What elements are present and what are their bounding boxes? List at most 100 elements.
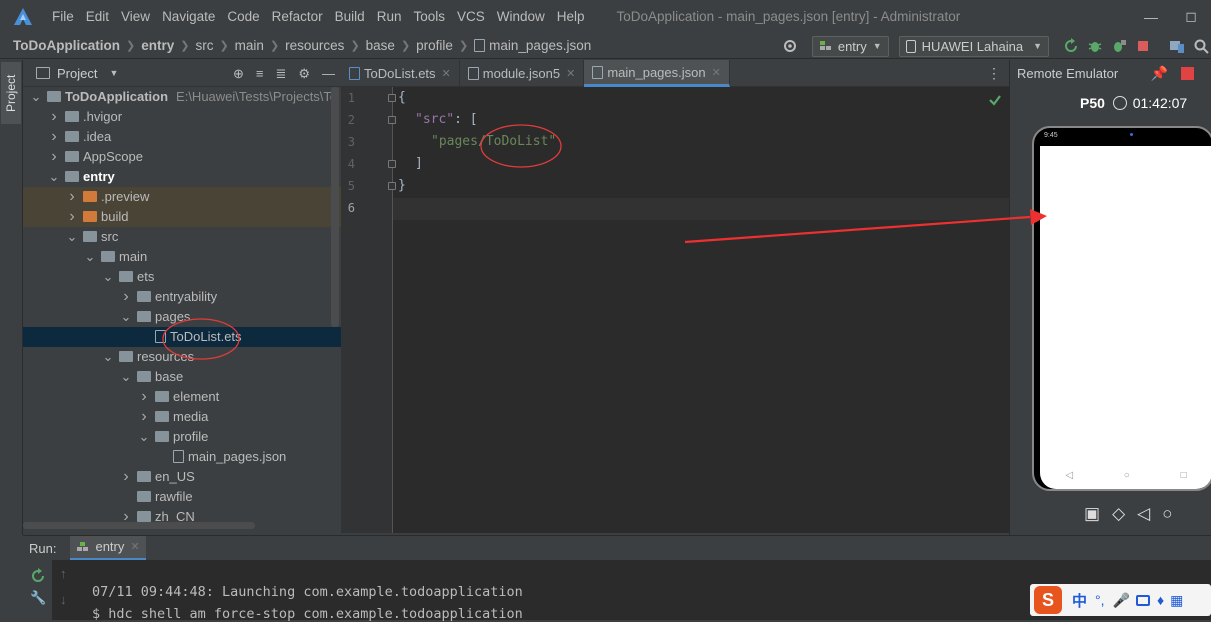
tree-horizontal-scrollbar[interactable] — [23, 522, 255, 529]
chevron-down-icon[interactable]: ⌄ — [83, 247, 97, 267]
chevron-right-icon[interactable]: › — [119, 467, 133, 487]
tree-item[interactable]: ⌄ ets — [23, 267, 341, 287]
rerun-icon[interactable] — [1063, 38, 1079, 54]
tree-item[interactable]: › media — [23, 407, 341, 427]
breadcrumb-resources[interactable]: resources — [281, 38, 348, 53]
tree-item[interactable]: › .idea — [23, 127, 341, 147]
breadcrumb-main[interactable]: main — [231, 38, 268, 53]
tree-item[interactable]: ⌄ entry — [23, 167, 341, 187]
rotate-icon[interactable]: ◇ — [1112, 504, 1125, 524]
tree-item[interactable]: rawfile — [23, 487, 341, 507]
tab-module-json5[interactable]: module.json5 ✕ — [460, 60, 585, 87]
close-icon[interactable]: ✕ — [130, 540, 139, 553]
menu-run[interactable]: Run — [371, 0, 408, 33]
maximize-icon[interactable]: ◻ — [1171, 8, 1211, 25]
run-tab-entry[interactable]: entry ✕ — [70, 535, 146, 561]
recents-square-icon[interactable]: □ — [1181, 470, 1187, 481]
tree-item[interactable]: ⌄ resources — [23, 347, 341, 367]
chevron-right-icon[interactable]: › — [47, 107, 61, 127]
phone-screen[interactable]: ◁ ○ □ — [1040, 146, 1211, 489]
menu-help[interactable]: Help — [551, 0, 591, 33]
menu-edit[interactable]: Edit — [80, 0, 115, 33]
chevron-down-icon[interactable]: ⌄ — [29, 87, 43, 107]
chevron-right-icon[interactable]: › — [65, 187, 79, 207]
search-icon[interactable] — [1193, 38, 1209, 54]
scroll-down-icon[interactable]: ↓ — [60, 592, 67, 607]
tree-item[interactable]: › .hvigor — [23, 107, 341, 127]
toolbox-icon[interactable]: ▦ — [1170, 592, 1183, 609]
menu-view[interactable]: View — [115, 0, 156, 33]
chevron-down-icon[interactable]: ⌄ — [137, 427, 151, 447]
minimize-icon[interactable]: — — [1131, 9, 1171, 25]
more-tabs-icon[interactable]: ⋮ — [987, 65, 1001, 82]
menu-refactor[interactable]: Refactor — [266, 0, 329, 33]
ime-language-toggle[interactable]: 中 — [1072, 590, 1087, 611]
chevron-down-icon[interactable]: ⌄ — [65, 227, 79, 247]
home-circle-icon[interactable]: ○ — [1124, 470, 1130, 481]
tree-item[interactable]: ⌄ pages — [23, 307, 341, 327]
chevron-down-icon[interactable]: ⌄ — [119, 307, 133, 327]
tree-item[interactable]: ToDoList.ets — [23, 327, 341, 347]
chevron-right-icon[interactable]: › — [47, 147, 61, 167]
project-panel-title[interactable]: Project — [57, 66, 97, 81]
chevron-right-icon[interactable]: › — [137, 387, 151, 407]
menu-vcs[interactable]: VCS — [451, 0, 491, 33]
inspection-ok-icon[interactable] — [988, 93, 1002, 107]
close-icon[interactable]: ✕ — [566, 67, 575, 80]
chevron-down-icon[interactable]: ⌄ — [47, 167, 61, 187]
chevron-right-icon[interactable]: › — [65, 207, 79, 227]
tree-item[interactable]: › .preview — [23, 187, 341, 207]
tree-item[interactable]: ⌄ profile — [23, 427, 341, 447]
stop-icon[interactable] — [1135, 38, 1151, 54]
screenshot-icon[interactable]: ▣ — [1084, 504, 1100, 524]
home-icon[interactable]: ○ — [1162, 504, 1172, 524]
fold-icon[interactable] — [388, 160, 396, 168]
device-manager-icon[interactable] — [1169, 38, 1185, 54]
tree-item[interactable]: ⌄ src — [23, 227, 341, 247]
breadcrumb-module[interactable]: entry — [137, 38, 178, 53]
tree-item[interactable]: ⌄ ToDoApplication E:\Huawei\Tests\Projects… — [23, 87, 341, 107]
scroll-up-icon[interactable]: ↑ — [60, 566, 67, 581]
tree-item[interactable]: main_pages.json — [23, 447, 341, 467]
tree-item[interactable]: › en_US — [23, 467, 341, 487]
chevron-right-icon[interactable]: › — [119, 287, 133, 307]
breadcrumb-profile[interactable]: profile — [412, 38, 457, 53]
chevron-right-icon[interactable]: › — [47, 127, 61, 147]
fold-icon[interactable] — [388, 94, 396, 102]
module-combo[interactable]: entry ▼ — [811, 35, 889, 57]
menu-build[interactable]: Build — [329, 0, 371, 33]
hide-panel-icon[interactable]: — — [322, 66, 335, 81]
collapse-all-icon[interactable]: ≣ — [275, 66, 286, 82]
tree-item[interactable]: › entryability — [23, 287, 341, 307]
chevron-down-icon[interactable]: ⌄ — [119, 367, 133, 387]
skin-icon[interactable]: ♦ — [1157, 592, 1164, 608]
chevron-down-icon[interactable]: ▼ — [109, 68, 118, 78]
chevron-right-icon[interactable]: › — [137, 407, 151, 427]
expand-all-icon[interactable]: ≡ — [256, 66, 264, 81]
project-side-tab[interactable]: Project — [1, 62, 21, 124]
breadcrumb-base[interactable]: base — [362, 38, 399, 53]
back-triangle-icon[interactable]: ◁ — [1065, 470, 1073, 481]
tree-item[interactable]: › build — [23, 207, 341, 227]
device-combo[interactable]: HUAWEI Lahaina ▼ — [898, 35, 1049, 57]
menu-file[interactable]: File — [46, 0, 80, 33]
pin-icon[interactable]: 📌 — [1151, 65, 1168, 82]
stop-emulator-icon[interactable] — [1181, 67, 1194, 80]
gear-icon[interactable]: ⚙ — [298, 66, 310, 82]
punctuation-icon[interactable]: °, — [1095, 592, 1105, 608]
fold-icon[interactable] — [388, 182, 396, 190]
close-icon[interactable]: ✕ — [712, 66, 721, 79]
tab-main-pages-json[interactable]: main_pages.json ✕ — [584, 60, 730, 87]
keyboard-icon[interactable] — [1135, 594, 1150, 606]
code-editor[interactable]: 1 2 3 4 5 6 { "src": [ "pages/ToDoList" … — [341, 87, 1009, 533]
breadcrumb-src[interactable]: src — [191, 38, 217, 53]
debug-icon[interactable] — [1087, 38, 1103, 54]
sogou-logo-icon[interactable]: S — [1034, 586, 1062, 614]
close-icon[interactable]: ✕ — [442, 67, 451, 80]
breadcrumb-project[interactable]: ToDoApplication — [9, 38, 124, 53]
microphone-icon[interactable]: 🎤 — [1113, 592, 1130, 609]
menu-tools[interactable]: Tools — [407, 0, 451, 33]
tree-vertical-scrollbar[interactable] — [331, 87, 339, 327]
back-icon[interactable]: ◁ — [1137, 504, 1150, 524]
tree-item[interactable]: › element — [23, 387, 341, 407]
